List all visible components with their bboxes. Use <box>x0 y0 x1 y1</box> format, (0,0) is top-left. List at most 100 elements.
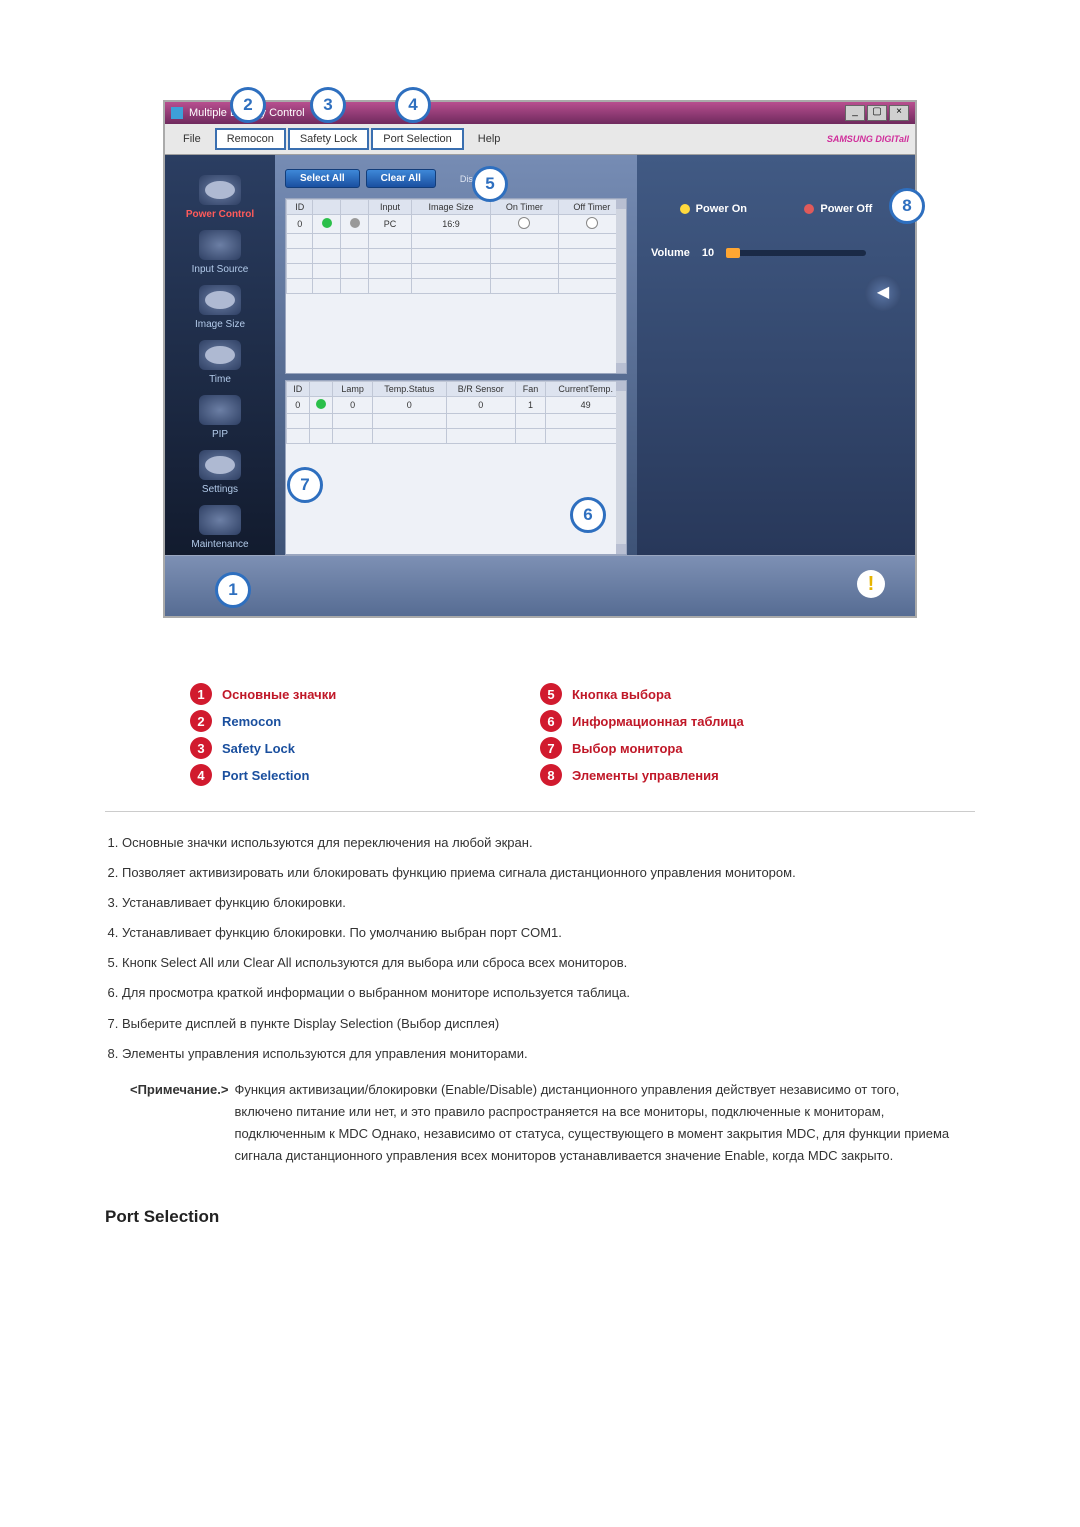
callout-4: 4 <box>395 87 431 123</box>
nav-image-size[interactable]: Image Size <box>165 279 275 334</box>
legend-label: Кнопка выбора <box>572 687 671 702</box>
note-7: Выберите дисплей в пункте Display Select… <box>122 1013 992 1035</box>
note-5: Кнопк Select All или Clear All использую… <box>122 952 992 974</box>
nav-settings[interactable]: Settings <box>165 444 275 499</box>
col-id: ID <box>287 381 310 396</box>
nav-pip[interactable]: PIP <box>165 389 275 444</box>
legend-bullet: 6 <box>540 710 562 732</box>
clear-all-button[interactable]: Clear All <box>366 169 436 188</box>
cell-input: PC <box>369 215 412 234</box>
center-panel: Select All Clear All Disable ID Input Im <box>275 155 637 555</box>
col-safety <box>341 200 369 215</box>
cell-fan: 1 <box>515 396 546 413</box>
nav-maintenance[interactable]: Maintenance <box>165 499 275 554</box>
maximize-button[interactable]: ▢ <box>867 105 887 121</box>
menu-safety-lock[interactable]: Safety Lock <box>288 128 369 150</box>
power-off-button[interactable]: Power Off <box>804 203 872 215</box>
close-button[interactable]: × <box>889 105 909 121</box>
power-on-icon <box>680 204 690 214</box>
legend-label: Основные значки <box>222 687 336 702</box>
legend: 1 Основные значки 2 Remocon 3 Safety Loc… <box>190 678 890 791</box>
legend-bullet: 4 <box>190 764 212 786</box>
cell-id: 0 <box>287 215 313 234</box>
legend-item-3: 3 Safety Lock <box>190 737 540 759</box>
brand-label: SAMSUNG DIGITall <box>827 134 909 144</box>
callout-5: 5 <box>472 166 508 202</box>
note-label: <Примечание.> <box>130 1079 228 1167</box>
power-off-icon <box>804 204 814 214</box>
menu-remocon[interactable]: Remocon <box>215 128 286 150</box>
legend-label: Выбор монитора <box>572 741 683 756</box>
power-icon <box>199 175 241 205</box>
callout-6: 6 <box>570 497 606 533</box>
left-nav: Power Control Input Source Image Size Ti… <box>165 155 275 555</box>
nav-label: Input Source <box>192 264 249 275</box>
info-icon: ! <box>857 570 885 598</box>
nav-label: Power Control <box>186 209 254 220</box>
cell-temp: 0 <box>372 396 446 413</box>
col-temp: Temp.Status <box>372 381 446 396</box>
col-image-size: Image Size <box>411 200 490 215</box>
legend-item-7: 7 Выбор монитора <box>540 737 890 759</box>
callout-1: 1 <box>215 572 251 608</box>
bottom-strip: ! <box>165 555 915 616</box>
cell-br: 0 <box>446 396 515 413</box>
legend-bullet: 7 <box>540 737 562 759</box>
legend-item-1: 1 Основные значки <box>190 683 540 705</box>
menubar: File Remocon Safety Lock Port Selection … <box>165 124 915 155</box>
control-panel: Power On Power Off Volume 10 ◀ <box>637 155 915 555</box>
menu-help[interactable]: Help <box>466 128 513 150</box>
menu-port-selection[interactable]: Port Selection <box>371 128 463 150</box>
note-8: Элементы управления используются для упр… <box>122 1043 992 1065</box>
legend-bullet: 1 <box>190 683 212 705</box>
col-on-timer: On Timer <box>491 200 559 215</box>
app-icon <box>171 107 183 119</box>
nav-label: Settings <box>202 484 238 495</box>
note-1: Основные значки используются для переклю… <box>122 832 992 854</box>
nav-label: PIP <box>212 429 228 440</box>
power-on-button[interactable]: Power On <box>680 203 747 215</box>
power-row: Power On Power Off <box>651 203 901 215</box>
cell-lamp: 0 <box>333 396 372 413</box>
legend-bullet: 5 <box>540 683 562 705</box>
table-row[interactable]: 0 PC 16:9 <box>287 215 626 234</box>
col-br: B/R Sensor <box>446 381 515 396</box>
col-fan: Fan <box>515 381 546 396</box>
table-row[interactable]: 0 0 0 0 1 49 <box>287 396 626 413</box>
callout-8: 8 <box>889 188 925 224</box>
legend-bullet: 3 <box>190 737 212 759</box>
scrollbar[interactable] <box>616 381 626 555</box>
legend-label: Safety Lock <box>222 741 295 756</box>
col-lamp: Lamp <box>333 381 372 396</box>
cell-remocon <box>309 396 333 413</box>
maintenance-icon <box>199 505 241 535</box>
nav-power-control[interactable]: Power Control <box>165 169 275 224</box>
menu-file[interactable]: File <box>171 128 213 150</box>
image-size-icon <box>199 285 241 315</box>
nav-label: Image Size <box>195 319 245 330</box>
note-6: Для просмотра краткой информации о выбра… <box>122 982 992 1004</box>
volume-row: Volume 10 <box>651 247 901 259</box>
cell-image-size: 16:9 <box>411 215 490 234</box>
selection-buttons-row: Select All Clear All Disable <box>285 169 627 188</box>
monitor-table[interactable]: ID Input Image Size On Timer Off Timer 0 <box>285 198 627 374</box>
scrollbar[interactable] <box>616 199 626 373</box>
volume-slider[interactable] <box>726 250 866 256</box>
col-id: ID <box>287 200 313 215</box>
note-3: Устанавливает функцию блокировки. <box>122 892 992 914</box>
divider <box>105 811 975 812</box>
col-input: Input <box>369 200 412 215</box>
power-off-label: Power Off <box>820 203 872 215</box>
legend-item-6: 6 Информационная таблица <box>540 710 890 732</box>
minimize-button[interactable]: _ <box>845 105 865 121</box>
select-all-button[interactable]: Select All <box>285 169 360 188</box>
nav-label: Time <box>209 374 231 385</box>
nav-input-source[interactable]: Input Source <box>165 224 275 279</box>
legend-bullet: 8 <box>540 764 562 786</box>
speaker-icon[interactable]: ◀ <box>865 275 901 311</box>
legend-label: Remocon <box>222 714 281 729</box>
legend-item-2: 2 Remocon <box>190 710 540 732</box>
pip-icon <box>199 395 241 425</box>
nav-time[interactable]: Time <box>165 334 275 389</box>
cell-on-timer <box>491 215 559 234</box>
